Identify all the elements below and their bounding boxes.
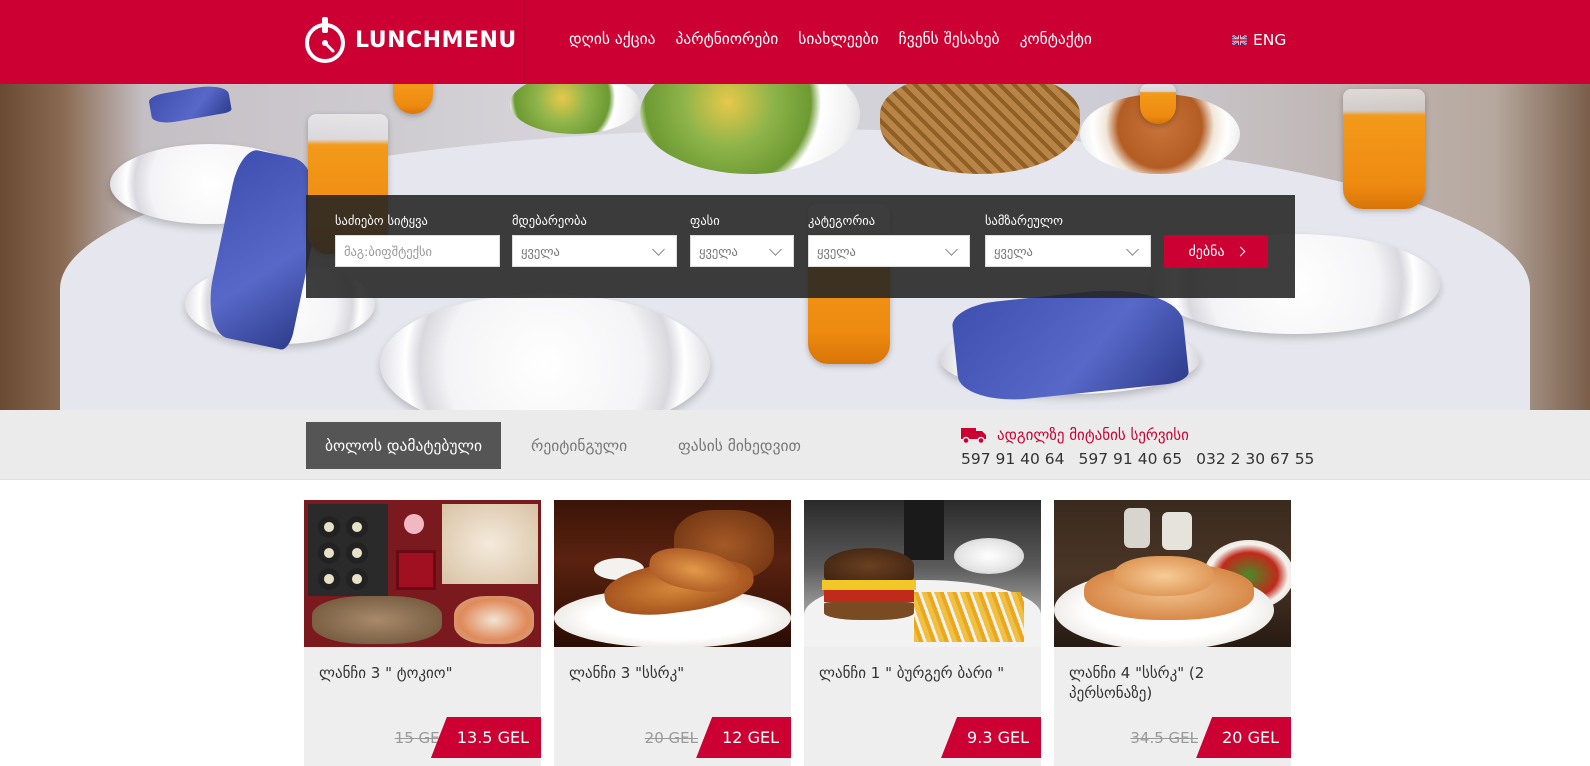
chevron-right-icon — [1235, 246, 1245, 257]
search-button[interactable]: ძებნა — [1164, 235, 1268, 268]
sort-tabbar: ბოლოს დამატებული რეიტინგული ფასის მიხედვ… — [0, 410, 1590, 480]
keyword-input[interactable] — [344, 243, 491, 259]
delivery-title-row: ადგილზე მიტანის სერვისი — [961, 424, 1314, 446]
lunch-card-price: 13.5 GEL — [430, 717, 541, 758]
cuisine-select[interactable]: ყველა — [985, 235, 1151, 267]
lunch-card-title[interactable]: ლანჩი 3 "სსრკ" — [569, 663, 774, 683]
location-select[interactable]: ყველა — [512, 235, 677, 267]
chevron-down-icon — [769, 243, 782, 256]
keyword-field: საძიებო სიტყვა — [335, 213, 500, 267]
hero-juice-glass — [1343, 89, 1425, 209]
cuisine-field: სამზარეულო ყველა — [985, 213, 1151, 267]
lunch-card-price: 9.3 GEL — [941, 717, 1041, 758]
lunch-card-title[interactable]: ლანჩი 3 " ტოკიო" — [319, 663, 524, 683]
nav-item-news[interactable]: სიახლეები — [798, 30, 878, 48]
price-select[interactable]: ყველა — [690, 235, 794, 267]
tab-recently-added[interactable]: ბოლოს დამატებული — [306, 422, 501, 469]
lunch-card-image[interactable] — [554, 500, 791, 647]
site-header: LUNCHMENU დღის აქცია პარტნიორები სიახლეე… — [0, 0, 1590, 84]
logo-text: LUNCHMENU — [355, 27, 517, 53]
lunch-card-old-price: 34.5 GEL — [1130, 729, 1198, 747]
lunch-card[interactable]: ლანჩი 3 "სსრკ" 20 GEL 12 GEL — [554, 500, 791, 766]
chevron-down-icon — [1126, 243, 1139, 256]
delivery-truck-icon — [961, 428, 986, 444]
lunch-card-image[interactable] — [1054, 500, 1291, 647]
main-nav: დღის აქცია პარტნიორები სიახლეები ჩვენს შ… — [569, 30, 1092, 48]
lunch-card-old-price: 20 GEL — [644, 729, 698, 747]
lunch-card-price: 20 GEL — [1196, 717, 1291, 758]
search-panel: საძიებო სიტყვა მდებარეობა ყველა ფასი ყვე… — [306, 195, 1295, 298]
keyword-label: საძიებო სიტყვა — [335, 213, 428, 228]
delivery-phones: 597 91 40 64 597 91 40 65 032 2 30 67 55 — [961, 450, 1314, 468]
nav-item-contact[interactable]: კონტაქტი — [1020, 30, 1092, 48]
lunch-card[interactable]: ლანჩი 3 " ტოკიო" 15 GEL 13.5 GEL — [304, 500, 541, 766]
nav-item-about[interactable]: ჩვენს შესახებ — [899, 30, 1000, 48]
tab-rated[interactable]: რეიტინგული — [531, 422, 627, 469]
search-button-label: ძებნა — [1188, 243, 1225, 260]
category-value: ყველა — [817, 243, 856, 259]
hero-juice-glass — [1140, 84, 1176, 124]
category-select[interactable]: ყველა — [808, 235, 970, 267]
phone-number[interactable]: 597 91 40 64 — [961, 450, 1065, 468]
delivery-info: ადგილზე მიტანის სერვისი 597 91 40 64 597… — [961, 424, 1314, 468]
language-label: ENG — [1253, 31, 1287, 49]
price-value: ყველა — [699, 243, 738, 259]
hero-juice-glass — [393, 84, 433, 114]
lunch-card-title[interactable]: ლანჩი 1 " ბურგერ ბარი " — [819, 663, 1024, 683]
category-field: კატეგორია ყველა — [808, 213, 970, 267]
lunch-cards: ლანჩი 3 " ტოკიო" 15 GEL 13.5 GEL ლანჩი 3… — [304, 500, 1291, 766]
phone-number[interactable]: 597 91 40 65 — [1079, 450, 1183, 468]
price-field: ფასი ყველა — [690, 213, 794, 267]
site-logo[interactable]: LUNCHMENU — [303, 14, 517, 66]
location-value: ყველა — [521, 243, 560, 259]
location-field: მდებარეობა ყველა — [512, 213, 677, 267]
keyword-box — [335, 235, 500, 267]
tab-by-price[interactable]: ფასის მიხედვით — [678, 422, 801, 469]
nav-item-partners[interactable]: პარტნიორები — [675, 30, 778, 48]
uk-flag-icon — [1232, 35, 1247, 45]
delivery-title: ადგილზე მიტანის სერვისი — [997, 426, 1189, 444]
chevron-down-icon — [652, 243, 665, 256]
chevron-down-icon — [945, 243, 958, 256]
lunch-card-image[interactable] — [304, 500, 541, 647]
nav-item-daily-deal[interactable]: დღის აქცია — [569, 30, 655, 48]
phone-number[interactable]: 032 2 30 67 55 — [1196, 450, 1314, 468]
hero-napkin — [148, 84, 232, 126]
header-divider — [524, 0, 525, 84]
lunch-card[interactable]: ლანჩი 4 "სსრკ" (2 პერსონაზე) 34.5 GEL 20… — [1054, 500, 1291, 766]
location-label: მდებარეობა — [512, 213, 587, 228]
lunch-card-title[interactable]: ლანჩი 4 "სსრკ" (2 პერსონაზე) — [1069, 663, 1274, 703]
price-label: ფასი — [690, 213, 720, 228]
cuisine-value: ყველა — [994, 243, 1033, 259]
lunch-card[interactable]: ლანჩი 1 " ბურგერ ბარი " 9.3 GEL — [804, 500, 1041, 766]
lunch-card-price: 12 GEL — [696, 717, 791, 758]
language-switch[interactable]: ENG — [1232, 31, 1286, 49]
logo-plate-icon — [305, 17, 345, 63]
cuisine-label: სამზარეულო — [985, 213, 1063, 228]
lunch-card-image[interactable] — [804, 500, 1041, 647]
hero-salad-bowl — [510, 84, 640, 134]
category-label: კატეგორია — [808, 213, 876, 228]
